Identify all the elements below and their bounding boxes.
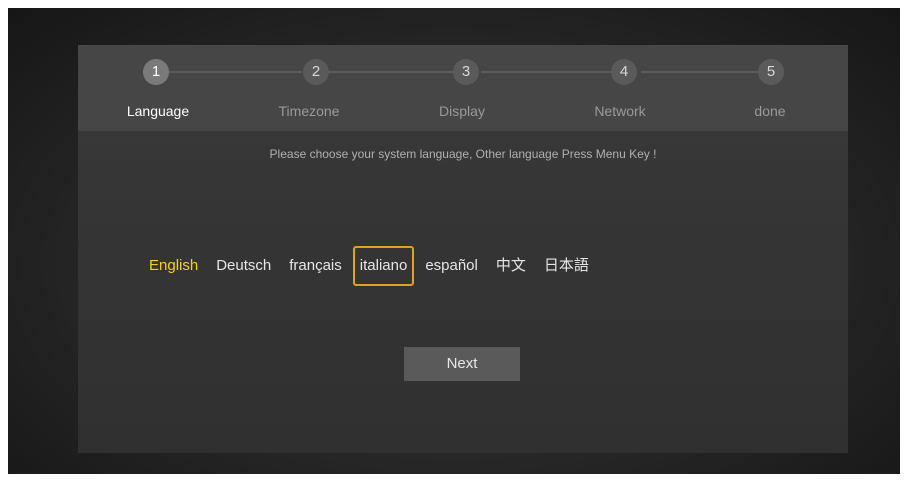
next-button[interactable]: Next [404, 347, 520, 381]
language-list: English Deutsch français italiano españo… [142, 243, 600, 289]
step-4-indicator: 4 [611, 59, 637, 85]
language-option-deutsch[interactable]: Deutsch [209, 246, 278, 286]
step-5-label: done [754, 103, 786, 119]
step-5-indicator: 5 [758, 59, 784, 85]
language-option-francais[interactable]: français [282, 246, 349, 286]
step-2-indicator: 2 [303, 59, 329, 85]
language-option-chinese[interactable]: 中文 [489, 246, 533, 286]
step-3-indicator: 3 [453, 59, 479, 85]
step-connector [641, 71, 768, 73]
step-1-label: Language [126, 103, 190, 119]
language-option-italiano[interactable]: italiano [352, 246, 415, 286]
step-connector [481, 71, 622, 73]
step-3-label: Display [439, 103, 485, 119]
language-option-japanese[interactable]: 日本語 [537, 246, 596, 286]
setup-wizard-panel: 1 2 3 4 5 Language Timezone Display Netw… [78, 45, 848, 453]
step-connector [161, 71, 302, 73]
language-option-espanol[interactable]: español [418, 246, 485, 286]
step-4-label: Network [594, 103, 646, 119]
step-1-indicator: 1 [143, 59, 169, 85]
language-option-english[interactable]: English [142, 246, 205, 286]
step-connector [321, 71, 462, 73]
language-instruction: Please choose your system language, Othe… [269, 147, 657, 161]
screen-frame: 1 2 3 4 5 Language Timezone Display Netw… [8, 8, 900, 474]
step-2-label: Timezone [278, 103, 340, 119]
step-progress-bar: 1 2 3 4 5 Language Timezone Display Netw… [78, 45, 848, 131]
